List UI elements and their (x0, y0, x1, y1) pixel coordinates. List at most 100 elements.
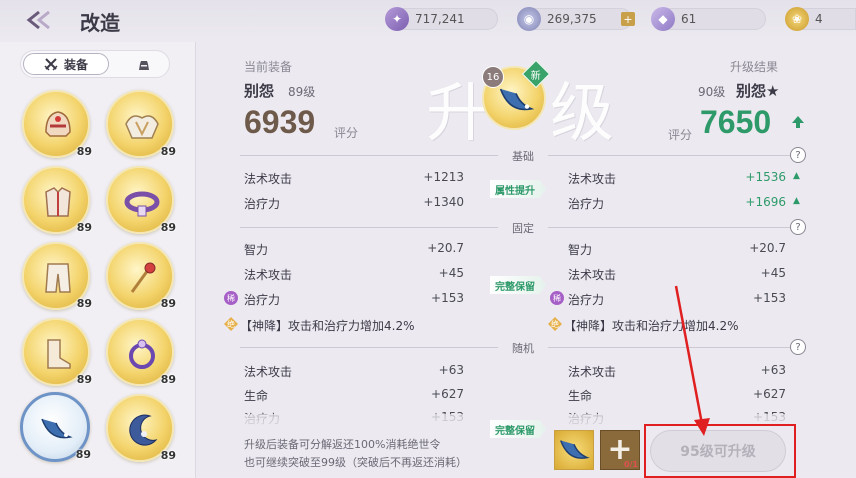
help-random-button[interactable]: ? (790, 339, 806, 355)
equipment-slot-pants[interactable]: 89 (22, 242, 92, 310)
ring-icon (129, 339, 155, 369)
equipment-slot-boots[interactable]: 89 (22, 318, 92, 386)
bottom-action-bar: 完整保留 升级后装备可分解返还100%消耗绝世令 也可继续突破至99级（突破后不… (200, 414, 856, 478)
refine-count-badge: 16 (482, 66, 504, 88)
special-effect-text: 【神降】攻击和治疗力增加4.2% (564, 319, 739, 333)
gold-icon: ❀ (785, 7, 809, 31)
section-base-title: 基础 (512, 150, 534, 163)
tab-accessory[interactable] (129, 54, 159, 76)
rare-mark-icon: 稀 (550, 291, 564, 305)
watermark-char-left: 升 (426, 77, 490, 151)
stat-label: 治疗力 (568, 197, 605, 211)
attribute-upgrade-tag-label: 属性提升 (495, 185, 535, 197)
keep-intact-tag: 完整保留 (490, 420, 546, 438)
keep-intact-tag: 完整保留 (490, 276, 546, 294)
resource-diamond-value: 61 (681, 12, 697, 26)
rare-mark-icon: 稀 (224, 291, 238, 305)
tab-equipment[interactable]: 装备 (23, 53, 109, 75)
stat-value-new: +627 (753, 387, 786, 401)
new-badge-label: 新 (531, 70, 541, 82)
resource-coin-value: 269,375 (547, 12, 597, 26)
slot-level: 89 (160, 145, 176, 158)
score-up-arrow-icon (792, 116, 804, 128)
back-arrow-icon (26, 10, 50, 30)
stat-label: 生命 (244, 389, 269, 403)
result-score-label: 评分 (668, 128, 693, 142)
stat-value-new: +1696 (745, 195, 786, 209)
result-level: 90级 (698, 85, 726, 99)
watermark-char-right: 级 (550, 77, 614, 151)
pouch-icon (139, 61, 149, 70)
stat-value-old: +1213 (423, 170, 464, 184)
resource-gold[interactable]: ❀ 4 (785, 7, 856, 31)
equipment-slot-pendant-selected[interactable]: 89 (20, 392, 91, 462)
page-title: 改造 (80, 11, 120, 35)
equipment-slot-chest[interactable]: 89 (22, 166, 92, 234)
section-base-header: 基础 (240, 148, 806, 163)
section-fixed-header: 固定 (240, 220, 806, 235)
scepter-icon (130, 262, 156, 293)
help-base-button[interactable]: ? (790, 147, 806, 163)
unique-mark-icon: 绝 (548, 317, 562, 331)
material-count: 0/1 (623, 460, 638, 469)
stat-label: 法术攻击 (244, 268, 293, 282)
upgrade-note-line1: 升级后装备可分解返还100%消耗绝世令 (244, 438, 441, 451)
stat-label: 治疗力 (568, 293, 605, 307)
slot-level: 89 (160, 297, 176, 310)
crossed-swords-icon (44, 58, 58, 71)
resource-coin[interactable]: ◉ 269,375 + (517, 7, 635, 31)
stat-value-old: +20.7 (427, 241, 464, 255)
stat-label: 法术攻击 (568, 268, 617, 282)
equipment-list-panel: 装备 89 89 89 89 89 89 89 89 89 89 (0, 42, 196, 478)
shoulder-armor-icon (125, 115, 159, 139)
stat-up-arrow-icon: ▲ (793, 171, 800, 181)
slot-level: 89 (160, 373, 176, 386)
current-equipment-level: 89级 (288, 85, 316, 99)
unique-mark-icon: 绝 (224, 317, 238, 331)
slot-level: 89 (76, 297, 92, 310)
stat-value-new: +20.7 (749, 241, 786, 255)
helmet-icon (45, 111, 71, 137)
keep-intact-tag-label: 完整保留 (495, 425, 535, 437)
tab-equipment-label: 装备 (63, 57, 88, 72)
stat-value-new: +1536 (745, 170, 786, 184)
slot-level: 89 (75, 448, 91, 461)
special-effect-text: 【神降】攻击和治疗力增加4.2% (240, 319, 415, 333)
stat-value-new: +63 (760, 363, 786, 377)
equipment-slot-crescent[interactable]: 89 (106, 394, 176, 462)
top-bar: 改造 ✦ 717,241 ◉ 269,375 + ◆ 61 ❀ 4 (0, 0, 856, 40)
section-fixed-title: 固定 (512, 222, 534, 235)
stat-label: 治疗力 (244, 293, 281, 307)
resource-crystal[interactable]: ✦ 717,241 (385, 7, 498, 31)
diamond-icon: ◆ (651, 7, 675, 31)
pants-icon (45, 263, 71, 293)
stat-label: 法术攻击 (244, 365, 293, 379)
stat-value-old: +153 (431, 291, 464, 305)
boots-icon (47, 339, 71, 369)
add-coin-icon[interactable]: + (621, 12, 635, 26)
stat-label: 智力 (244, 243, 269, 257)
equipment-slot-ring[interactable]: 89 (106, 318, 176, 386)
slot-level: 89 (160, 221, 176, 234)
material-slot-equipment[interactable] (554, 430, 594, 470)
slot-level: 89 (76, 221, 92, 234)
stat-label: 智力 (568, 243, 593, 257)
stat-value-old: +45 (438, 266, 464, 280)
help-fixed-button[interactable]: ? (790, 219, 806, 235)
stat-label: 法术攻击 (568, 172, 617, 186)
current-equipment-label: 当前装备 (244, 60, 293, 74)
resource-diamond[interactable]: ◆ 61 (651, 7, 766, 31)
keep-intact-tag-label: 完整保留 (495, 281, 535, 293)
crystal-icon: ✦ (385, 7, 409, 31)
equipment-slot-scepter[interactable]: 89 (106, 242, 176, 310)
current-equipment-name: 别怨 (244, 82, 275, 100)
material-slot-add[interactable]: + 0/1 (600, 430, 640, 470)
stat-label: 法术攻击 (244, 172, 293, 186)
slot-level: 89 (76, 145, 92, 158)
slot-level: 89 (76, 373, 92, 386)
back-button[interactable] (24, 10, 56, 30)
coin-icon: ◉ (517, 7, 541, 31)
equipment-slot-shoulder[interactable]: 89 (106, 90, 176, 158)
equipment-slot-belt[interactable]: 89 (106, 166, 176, 234)
equipment-slot-helmet[interactable]: 89 (22, 90, 92, 158)
